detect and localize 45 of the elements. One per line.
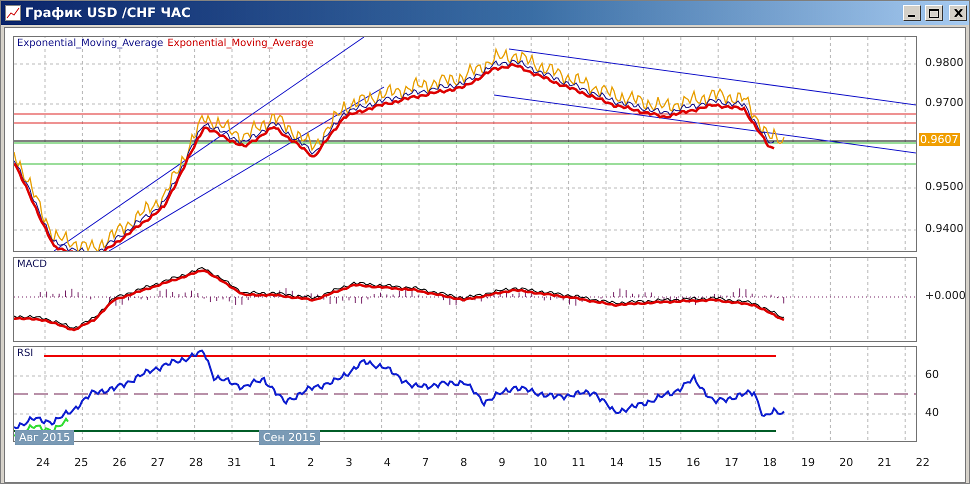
axis-label: 0.9700	[925, 96, 964, 109]
legend-label: Exponential_Moving_Average	[167, 38, 314, 49]
day-label: 8	[459, 456, 468, 469]
day-label: 3	[344, 456, 354, 469]
day-label: 14	[608, 456, 625, 469]
day-label: 11	[570, 456, 586, 469]
month-label: Сен 2015	[259, 430, 320, 445]
maximize-button[interactable]	[925, 5, 943, 21]
day-label: 17	[724, 456, 740, 469]
minimize-button[interactable]	[903, 5, 921, 21]
axis-label: 40	[925, 406, 939, 419]
pane-title: RSI	[17, 348, 34, 359]
maximize-icon	[929, 8, 939, 18]
window-title: График USD /CHF ЧАС	[25, 6, 192, 20]
day-label: 25	[73, 456, 90, 469]
day-label: 24	[35, 456, 51, 469]
day-label: 7	[421, 456, 430, 469]
day-label: 9	[498, 456, 506, 469]
axis-label: 0.9800	[925, 56, 964, 69]
axis-label: 0.9500	[925, 180, 964, 193]
day-label: 2	[306, 456, 316, 469]
day-label: 20	[838, 456, 854, 469]
day-label: 22	[914, 456, 931, 469]
day-label: 27	[150, 456, 166, 469]
day-label: 28	[188, 456, 204, 469]
chart-app-icon	[5, 5, 21, 21]
axis-label: 0.9400	[925, 222, 964, 235]
day-label: 1	[268, 456, 277, 469]
day-label: 4	[382, 456, 392, 469]
legend-label: Exponential_Moving_Average	[17, 38, 164, 49]
day-label: 26	[112, 456, 128, 469]
day-label: 21	[876, 456, 892, 469]
day-label: 18	[762, 456, 778, 469]
day-label: 31	[226, 456, 242, 469]
day-label: 19	[800, 456, 816, 469]
day-label: 16	[685, 456, 702, 469]
close-icon	[954, 9, 962, 17]
day-label: 10	[532, 456, 548, 469]
day-label: 15	[647, 456, 663, 469]
axis-label: +0.000	[925, 289, 966, 302]
close-button[interactable]	[949, 5, 967, 21]
pane-title: MACD	[17, 259, 47, 270]
price-tag: 0.9607	[919, 133, 960, 146]
month-label: Авг 2015	[15, 430, 74, 445]
axis-label: 60	[925, 368, 939, 381]
